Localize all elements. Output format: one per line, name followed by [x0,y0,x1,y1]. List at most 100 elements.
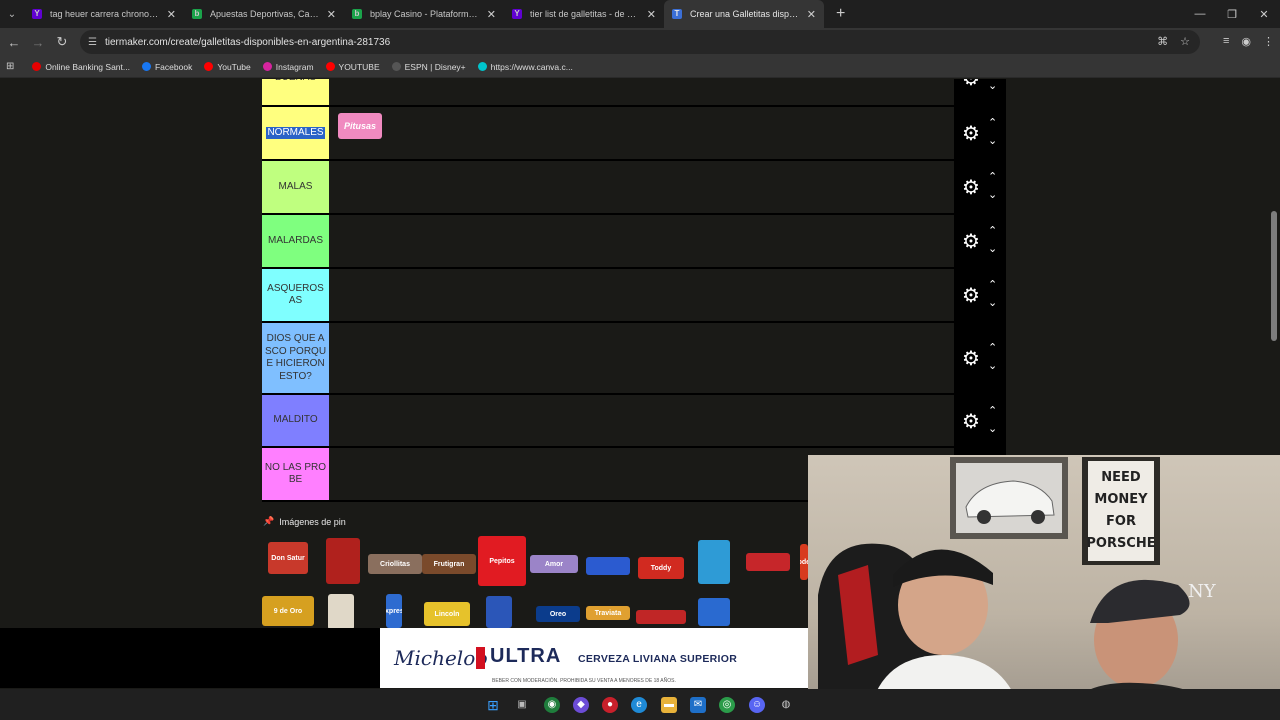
app-red-icon[interactable]: ● [602,697,618,713]
cookie-item[interactable]: Lincoln [424,602,470,626]
settings-gear-icon[interactable]: ⚙ [962,412,980,432]
move-up-icon[interactable]: ⌃ [988,172,997,183]
tier-label[interactable]: DIOS QUE ASCO PORQUE HICIERON ESTO? [262,323,329,393]
settings-gear-icon[interactable]: ⚙ [962,79,980,89]
cookie-item[interactable]: Criollitas [368,554,422,574]
chrome-profile-icon[interactable]: ◎ [719,697,735,713]
bookmark-item[interactable]: Instagram [262,62,314,72]
cookie-item[interactable]: Don Satur [268,542,308,574]
tier-label[interactable]: MALARDAS [262,215,329,267]
minimize-icon[interactable]: — [1184,8,1216,20]
restore-icon[interactable]: ❐ [1216,8,1248,21]
discord-icon[interactable]: ☺ [749,697,765,713]
reload-button[interactable]: ↻ [50,34,74,50]
tier-label[interactable]: NO LAS PROBE [262,448,329,500]
move-down-icon[interactable]: ⌄ [988,136,997,147]
settings-gear-icon[interactable]: ⚙ [962,124,980,144]
move-up-icon[interactable]: ⌃ [988,280,997,291]
tab-close-icon[interactable]: ✕ [807,8,816,21]
cookie-item[interactable]: Pepitos [478,536,526,586]
cookie-item[interactable] [586,557,630,575]
move-down-icon[interactable]: ⌄ [988,298,997,309]
youtube-icon [325,62,335,71]
cookie-item[interactable] [698,540,730,584]
move-up-icon[interactable]: ⌃ [988,226,997,237]
outlook-icon[interactable]: ✉ [690,697,706,713]
advertisement-banner[interactable]: Michelob ULTRA CERVEZA LIVIANA SUPERIOR … [380,628,808,688]
file-explorer-icon[interactable]: ▬ [661,697,677,713]
cookie-item[interactable] [326,538,360,584]
bookmark-item[interactable]: ESPN | Disney+ [391,62,466,72]
bookmark-item[interactable]: Online Banking Sant... [32,62,130,72]
move-down-icon[interactable]: ⌄ [988,190,997,201]
bookmark-item[interactable]: YouTube [204,62,251,72]
tier-row: MALAS [262,161,954,215]
browser-tab[interactable]: Ytag heuer carrera chronograph ✕ [24,0,184,28]
settings-gear-icon[interactable]: ⚙ [962,178,980,198]
cookie-item[interactable] [486,596,512,628]
tier-label[interactable]: MALAS [262,161,329,213]
site-info-icon[interactable]: ☰ [88,37,97,48]
cookie-item[interactable]: 9 de Oro [262,596,314,626]
person-right-cap [1090,579,1190,623]
task-view-icon[interactable]: ▣ [514,697,530,713]
edge-icon[interactable]: e [631,697,647,713]
browser-tab[interactable]: b bplay Casino - Plataforma de C ✕ [344,0,504,28]
bookmark-item[interactable]: Facebook [141,62,192,72]
browser-tab[interactable]: b Apuestas Deportivas, Casino O ✕ [184,0,344,28]
menu-icon[interactable]: ⋮ [1263,35,1274,48]
cookie-item[interactable]: Traviata [586,606,630,620]
tier-label[interactable]: BUENAS [262,79,329,105]
profile-icon[interactable]: ◉ [1241,35,1251,48]
forward-button[interactable]: → [26,35,50,50]
tab-search-button[interactable]: ⌄ [0,9,24,20]
placed-cookie[interactable]: Pitusas [338,113,382,139]
tab-close-icon[interactable]: ✕ [167,8,176,21]
settings-gear-icon[interactable]: ⚙ [962,232,980,252]
tab-close-icon[interactable]: ✕ [487,8,496,21]
media-icon[interactable]: ≡ [1223,35,1229,48]
bookmark-item[interactable]: YOUTUBE [325,62,380,72]
cookie-item[interactable] [746,553,790,571]
back-button[interactable]: ← [2,35,26,50]
chrome-icon[interactable]: ◉ [544,697,560,713]
cookie-item[interactable] [328,594,354,630]
cookie-item[interactable] [698,598,730,626]
copilot-icon[interactable]: ◆ [573,697,589,713]
cookie-item[interactable]: Toddy [638,557,684,579]
move-down-icon[interactable]: ⌄ [988,361,997,372]
move-up-icon[interactable]: ⌃ [988,343,997,354]
settings-gear-icon[interactable]: ⚙ [962,286,980,306]
browser-tab[interactable]: Ytier list de galletitas - de búsq ✕ [504,0,664,28]
bookmark-item[interactable]: https://www.canva.c... [477,62,573,72]
move-down-icon[interactable]: ⌄ [988,244,997,255]
cookie-item[interactable]: Express [386,594,402,628]
steam-icon[interactable]: ◍ [778,697,794,713]
close-window-icon[interactable]: ✕ [1248,8,1280,21]
cookie-item[interactable] [636,610,686,624]
tab-title: tier list de galletitas - de búsq [530,9,641,19]
ad-brand-mark [476,647,485,669]
move-down-icon[interactable]: ⌄ [988,423,997,435]
tier-label[interactable]: NORMALES [262,107,329,159]
bookmark-star-icon[interactable]: ☆ [1180,35,1190,48]
move-up-icon[interactable]: ⌃ [988,405,997,417]
move-up-icon[interactable]: ⌃ [988,118,997,129]
cookie-item[interactable]: Amor [530,555,578,573]
cookie-item[interactable]: Rhodesia [800,544,808,580]
settings-gear-icon[interactable]: ⚙ [962,349,980,369]
tier-label[interactable]: MALDITO [262,395,329,446]
new-tab-button[interactable]: + [836,5,845,23]
tab-close-icon[interactable]: ✕ [327,8,336,21]
browser-tab[interactable]: T Crear una Galletitas disponible ✕ [664,0,824,28]
tier-label[interactable]: ASQUEROSAS [262,269,329,321]
tab-close-icon[interactable]: ✕ [647,8,656,21]
apps-icon[interactable]: ⊞ [6,61,14,72]
windows-start-icon[interactable]: ⊞ [485,697,501,713]
scrollbar-thumb[interactable] [1271,211,1277,341]
translate-icon[interactable]: ⌘ [1157,35,1168,48]
move-down-icon[interactable]: ⌄ [988,81,997,92]
cookie-item[interactable]: Frutigran [422,554,476,574]
address-bar[interactable]: ☰ tiermaker.com/create/galletitas-dispon… [80,30,1200,54]
cookie-item[interactable]: Oreo [536,606,580,622]
